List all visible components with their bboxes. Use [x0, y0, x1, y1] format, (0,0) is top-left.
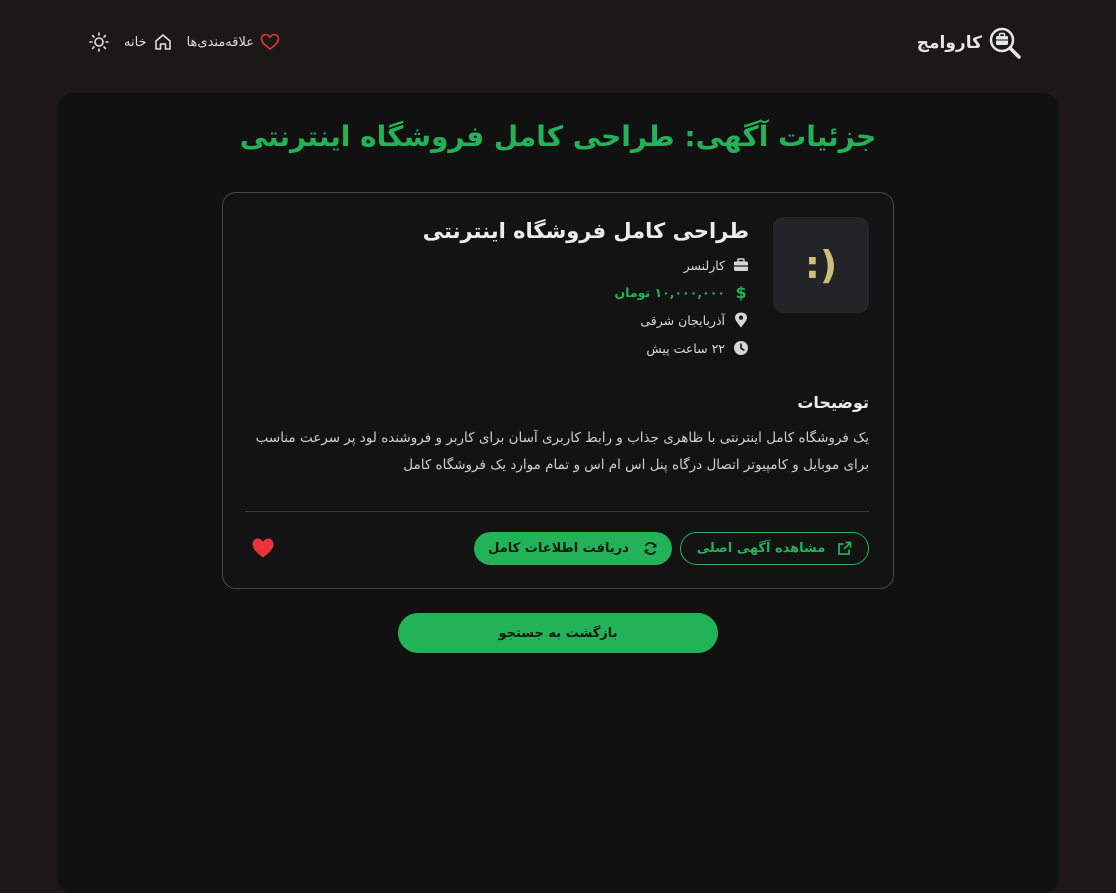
nav-links: خانه علاقه‌مندی‌ها: [88, 31, 280, 53]
location-value: آذربایجان شرقی: [640, 312, 725, 328]
view-original-label: مشاهده آگهی اصلی: [696, 541, 826, 556]
brand-name: کاروامج: [916, 33, 982, 53]
clock-icon: [733, 340, 749, 356]
nav-home-label: خانه: [124, 34, 147, 50]
nav-favorites-label: علاقه‌مندی‌ها: [186, 34, 254, 50]
job-company: کارلنسر: [684, 257, 749, 273]
home-icon: [154, 34, 171, 50]
map-pin-icon: [733, 312, 749, 328]
brand[interactable]: کاروامج: [917, 26, 1022, 60]
salary-value: ۱۰,۰۰۰,۰۰۰ تومان: [614, 284, 725, 300]
card-divider: [245, 511, 869, 512]
nav-favorites[interactable]: علاقه‌مندی‌ها: [187, 33, 280, 51]
favorite-heart-icon[interactable]: [251, 537, 275, 559]
job-posted-time: ۲۲ ساعت پیش: [646, 340, 749, 356]
top-navbar: کاروامج خانه علاقه‌مندی‌ها: [0, 0, 1116, 88]
posted-value: ۲۲ ساعت پیش: [646, 340, 725, 356]
sun-icon[interactable]: [88, 31, 110, 53]
back-to-search-button[interactable]: بازگشت به جستجو: [398, 613, 718, 653]
get-full-info-button[interactable]: دریافت اطلاعات کامل: [474, 532, 672, 565]
job-card: :) طراحی کامل فروشگاه اینترنتی کارلنسر $…: [222, 192, 894, 589]
job-salary: $ ۱۰,۰۰۰,۰۰۰ تومان: [614, 282, 749, 302]
job-location: آذربایجان شرقی: [640, 312, 749, 328]
job-title: طراحی کامل فروشگاه اینترنتی: [422, 219, 749, 243]
external-link-icon: [838, 541, 852, 555]
view-original-button[interactable]: مشاهده آگهی اصلی: [680, 532, 869, 565]
page-title: جزئیات آگهی: طراحی کامل فروشگاه اینترنتی: [239, 120, 877, 153]
nav-home[interactable]: خانه: [124, 32, 173, 52]
company-name: کارلنسر: [683, 257, 725, 273]
briefcase-icon: [733, 257, 749, 273]
briefcase-magnifier-icon: [989, 27, 1021, 59]
description-heading: توضیحات: [797, 393, 869, 412]
heart-outline-icon: [260, 33, 280, 51]
thumbnail-text: :): [804, 243, 838, 287]
refresh-icon: [644, 541, 657, 556]
full-info-label: دریافت اطلاعات کامل: [488, 541, 629, 556]
job-thumbnail: :): [773, 217, 869, 313]
description-text: یک فروشگاه کامل اینترنتی با ظاهری جذاب و…: [255, 430, 869, 473]
dollar-icon: $: [735, 282, 747, 302]
